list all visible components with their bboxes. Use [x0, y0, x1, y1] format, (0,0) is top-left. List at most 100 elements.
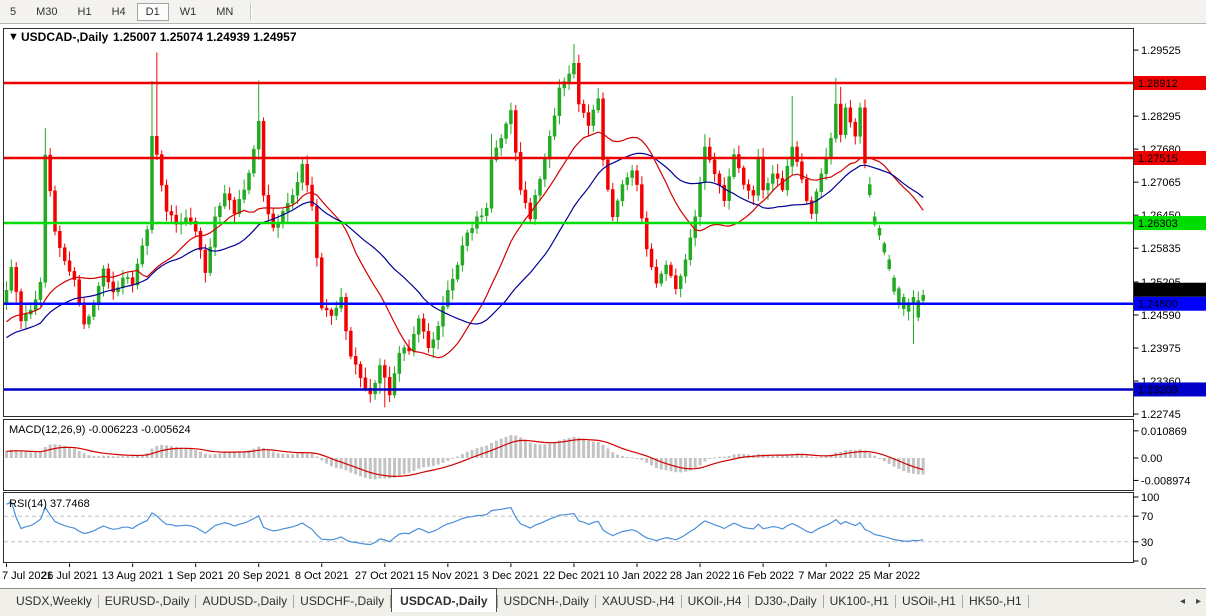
current-price-label: 1.24957 — [1138, 285, 1178, 297]
tabs-scroll-right-arrow[interactable]: ▸ — [1196, 597, 1201, 607]
macd-bar — [819, 456, 823, 458]
candle-body — [504, 123, 508, 139]
candle-body — [611, 189, 615, 218]
rsi-tick-label: 70 — [1141, 511, 1153, 523]
macd-bar — [620, 456, 624, 458]
candle-body — [814, 191, 819, 214]
candle-body — [203, 249, 208, 273]
candle-body — [887, 259, 891, 269]
candle-body — [746, 184, 751, 191]
tab-usdchf-daily[interactable]: USDCHF-,Daily — [294, 589, 390, 611]
candle-body — [387, 377, 392, 396]
macd-bar — [465, 451, 469, 458]
timeframe-button-W1[interactable]: W1 — [171, 3, 206, 21]
macd-bar — [480, 446, 484, 458]
timeframe-button-H1[interactable]: H1 — [69, 3, 101, 21]
macd-bar — [446, 458, 450, 461]
macd-bar — [72, 448, 76, 458]
candle-body — [882, 243, 887, 253]
macd-bar — [514, 435, 518, 458]
macd-bar — [606, 448, 610, 458]
macd-bar — [68, 447, 72, 458]
macd-bar — [397, 458, 401, 476]
timeframe-button-MN[interactable]: MN — [207, 3, 242, 21]
chart-tabs: USDX,Weekly EURUSD-,Daily AUDUSD-,Daily USD… — [0, 588, 1206, 616]
tab-separator — [1027, 595, 1029, 608]
rsi-tick-label: 0 — [1141, 556, 1147, 568]
tab-uk100-h1[interactable]: UK100-,H1 — [824, 589, 895, 611]
tab-usdcad-daily[interactable]: USDCAD-,Daily — [391, 588, 497, 612]
candle-body — [358, 363, 363, 379]
candle-body — [223, 193, 227, 207]
macd-bar — [703, 458, 707, 462]
candle-body — [911, 297, 916, 303]
macd-bar — [315, 456, 319, 458]
candle-body — [417, 318, 421, 335]
candle-body — [838, 103, 843, 135]
macd-bar — [577, 437, 581, 458]
macd-bar — [368, 458, 372, 479]
candle-body — [145, 229, 149, 247]
tab-xauusd-h4[interactable]: XAUUSD-,H4 — [596, 589, 681, 611]
macd-bar — [77, 450, 81, 458]
candle-body — [819, 173, 824, 192]
price-tick-label: 1.22745 — [1141, 409, 1181, 421]
macd-bar — [431, 458, 435, 466]
candle-body — [412, 334, 416, 352]
price-tick-label: 1.27065 — [1141, 177, 1181, 189]
timeframe-button-D1[interactable]: D1 — [136, 2, 169, 21]
price-tick-label: 1.25835 — [1141, 243, 1181, 255]
candle-body — [712, 159, 717, 175]
time-axis-label: 13 Aug 2021 — [102, 570, 164, 582]
macd-bar — [257, 446, 261, 458]
candle-body — [189, 217, 193, 222]
macd-bar — [116, 456, 120, 458]
symbol-dropdown-icon[interactable]: ▼ — [8, 31, 19, 43]
candle-body — [344, 297, 348, 332]
tab-dj30-daily[interactable]: DJ30-,Daily — [749, 589, 823, 611]
macd-indicator-label: MACD(12,26,9) -0.006223 -0.005624 — [9, 424, 191, 436]
tab-audusd-daily[interactable]: AUDUSD-,Daily — [196, 589, 293, 611]
candle-body — [421, 318, 426, 332]
candle-body — [795, 146, 799, 162]
candle-body — [92, 304, 96, 317]
macd-bar — [53, 444, 57, 458]
tab-usdcnh-daily[interactable]: USDCNH-,Daily — [498, 589, 595, 611]
candle-body — [383, 365, 387, 378]
tab-usoil-h1[interactable]: USOil-,H1 — [896, 589, 962, 611]
candle-body — [727, 176, 731, 201]
candle-body — [184, 217, 188, 223]
macd-tick-label: 0.010869 — [1141, 426, 1187, 438]
macd-bar — [281, 453, 285, 458]
candle-body — [256, 120, 261, 150]
candle-body — [431, 339, 436, 348]
macd-bar — [363, 458, 367, 478]
candle-body — [877, 228, 882, 236]
tab-ukoil-h4[interactable]: UKOil-,H4 — [682, 589, 748, 611]
macd-bar — [684, 458, 687, 472]
price-tick-label: 1.23975 — [1141, 343, 1181, 355]
macd-bar — [587, 440, 590, 458]
candle-body — [591, 109, 596, 126]
time-axis-label: 1 Sep 2021 — [168, 570, 224, 582]
timeframe-button-M30[interactable]: M30 — [27, 3, 66, 21]
macd-bar — [674, 458, 678, 473]
level-price-label: 1.26303 — [1138, 218, 1178, 230]
tab-hk50-h1[interactable]: HK50-,H1 — [963, 589, 1028, 611]
tab-eurusd-daily[interactable]: EURUSD-,Daily — [99, 589, 196, 611]
tabs-scroll-left-arrow[interactable]: ◂ — [1180, 597, 1185, 607]
macd-bar — [228, 451, 232, 458]
timeframe-button-H4[interactable]: H4 — [103, 3, 135, 21]
candle-body — [150, 136, 154, 230]
macd-bar — [373, 458, 377, 480]
macd-bar — [310, 453, 314, 458]
candle-body — [87, 316, 91, 325]
price-tick-label: 1.29525 — [1141, 45, 1181, 57]
candle-body — [678, 275, 683, 289]
macd-bar — [557, 440, 561, 458]
timeframe-button-5[interactable]: 5 — [1, 3, 25, 21]
tab-usdx-weekly[interactable]: USDX,Weekly — [10, 589, 98, 611]
candle-body — [426, 331, 431, 348]
candle-body — [790, 146, 794, 167]
candle-body — [9, 266, 14, 291]
